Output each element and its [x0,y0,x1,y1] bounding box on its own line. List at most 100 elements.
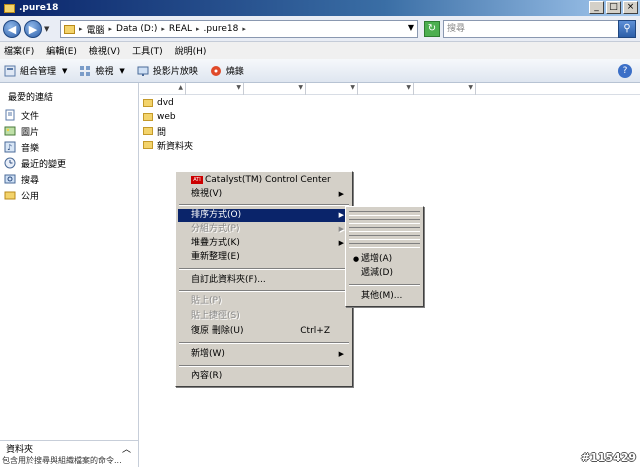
sidebar-item-pictures[interactable]: 圖片 [4,123,66,139]
column-header-size[interactable]: ▼ [306,83,358,95]
chevron-right-icon[interactable]: ▸ [242,25,246,33]
back-button[interactable]: ◀ [3,19,21,38]
folders-toggle[interactable]: 資料夾 ︿ [0,440,139,456]
submenu-blank-item [349,227,420,232]
minimize-button[interactable]: _ [589,1,604,14]
submenu-item-descending[interactable]: 遞減(D) [348,267,422,280]
chevron-right-icon: ▶ [338,225,344,233]
sidebar-item-documents[interactable]: 文件 [4,107,66,123]
refresh-button[interactable]: ↻ [424,21,440,37]
menu-help[interactable]: 說明(H) [175,44,207,57]
list-item[interactable]: web [143,110,193,124]
search-icon[interactable]: ⚲ [618,20,636,38]
menu-separator [179,365,349,367]
folder-icon [143,141,153,149]
close-button[interactable]: × [623,1,638,14]
menu-separator [179,290,349,292]
search-folder-icon [4,173,16,185]
chevron-right-icon[interactable]: ▸ [196,25,200,33]
sidebar-item-recent[interactable]: 最近的變更 [4,155,66,171]
public-folder-icon [4,189,16,201]
title-bar: .pure18 _ □ × [0,0,640,16]
folder-icon [4,3,15,13]
menu-separator [179,268,349,270]
chevron-right-icon[interactable]: ▸ [161,25,165,33]
watermark: #115429 [580,451,636,464]
sidebar-item-search[interactable]: 搜尋 [4,171,66,187]
chevron-down-icon[interactable]: ▼ [408,23,414,32]
sidebar-item-label: 文件 [21,111,40,122]
breadcrumb-computer[interactable]: 電腦 [87,23,105,36]
forward-button[interactable]: ▶ [24,19,42,38]
maximize-button[interactable]: □ [606,1,621,14]
menu-item-label: 分組方式(P) [191,224,240,234]
menu-item-label: 堆疊方式(K) [191,238,240,248]
chevron-down-icon: ▼ [406,84,411,91]
chevron-right-icon[interactable]: ▸ [79,25,83,33]
chevron-right-icon: ▶ [338,350,344,358]
menu-item-catalyst[interactable]: ATI Catalyst(TM) Control Center [178,174,350,187]
sidebar-item-label: 圖片 [21,127,40,138]
views-button[interactable]: 檢視 ▼ [79,64,125,77]
menu-item-refresh[interactable]: 重新整理(E) [178,251,350,264]
menu-item-sort-by[interactable]: 排序方式(O) ▶ [178,209,350,222]
sidebar-item-music[interactable]: ♪ 音樂 [4,139,66,155]
svg-text:♪: ♪ [7,143,12,152]
menu-item-properties[interactable]: 內容(R) [178,370,350,383]
column-header-tags[interactable]: ▼ [358,83,414,95]
file-list: dvd web 問 新資料夾 [143,96,193,152]
menu-item-label: Catalyst(TM) Control Center [205,175,331,185]
menu-item-label: 貼上捷徑(S) [191,311,240,321]
list-item[interactable]: 新資料夾 [143,138,193,152]
chevron-down-icon: ▼ [468,84,473,91]
folders-label: 資料夾 [6,445,34,455]
menu-item-label: 新增(W) [191,349,225,359]
menu-item-label: 重新整理(E) [191,252,240,262]
menu-item-group-by: 分組方式(P) ▶ [178,223,350,236]
window-title: .pure18 [19,3,59,13]
menu-item-label: 貼上(P) [191,296,222,306]
menu-item-stack-by[interactable]: 堆疊方式(K) ▶ [178,237,350,250]
list-item[interactable]: dvd [143,96,193,110]
menu-separator [179,342,349,344]
column-header-name[interactable]: ▲ [140,83,186,95]
search-input[interactable]: 搜尋 [443,20,619,38]
slideshow-button[interactable]: 投影片放映 [137,64,198,77]
column-header-type[interactable]: ▼ [244,83,306,95]
submenu-item-ascending[interactable]: ● 遞增(A) [348,253,422,266]
submenu-blank-item [349,211,420,216]
address-field[interactable]: ▸ 電腦 ▸ Data (D:) ▸ REAL ▸ .pure18 ▸ ▼ [60,20,418,38]
organize-button[interactable]: 組合管理 ▼ [4,64,67,77]
menu-edit[interactable]: 編輯(E) [46,44,77,57]
list-item[interactable]: 問 [143,124,193,138]
context-menu: ATI Catalyst(TM) Control Center 檢視(V) ▶ 排… [175,171,353,387]
menu-item-undo-delete[interactable]: 復原 刪除(U) Ctrl+Z [178,325,350,338]
menu-item-customize-folder[interactable]: 自訂此資料夾(F)... [178,274,350,287]
file-name: 新資料夾 [157,141,194,152]
sidebar-item-public[interactable]: 公用 [4,187,66,203]
history-dropdown-icon[interactable]: ▼ [44,25,49,33]
chevron-down-icon: ▼ [119,66,125,75]
submenu-item-more[interactable]: 其他(M)... [348,290,422,303]
breadcrumb-drive[interactable]: Data (D:) [116,24,157,34]
menu-item-view[interactable]: 檢視(V) ▶ [178,188,350,201]
menu-item-new[interactable]: 新增(W) ▶ [178,348,350,361]
chevron-right-icon[interactable]: ▸ [109,25,113,33]
menu-item-label: 復原 刪除(U) [191,326,244,336]
breadcrumb-real[interactable]: REAL [169,24,192,34]
help-icon[interactable]: ? [618,64,632,78]
burn-button[interactable]: 燒錄 [210,64,244,77]
column-header-date[interactable]: ▼ [186,83,244,95]
menu-view[interactable]: 檢視(V) [89,44,120,57]
submenu-blank-item [349,219,420,224]
breadcrumb-pure18[interactable]: .pure18 [204,24,239,34]
column-header-rating[interactable]: ▼ [414,83,476,95]
menu-item-shortcut: Ctrl+Z [300,326,330,336]
sidebar-item-label: 搜尋 [21,175,40,186]
menu-file[interactable]: 檔案(F) [4,44,34,57]
menu-tools[interactable]: 工具(T) [132,44,163,57]
address-bar-row: ◀ ▶ ▼ ▸ 電腦 ▸ Data (D:) ▸ REAL ▸ .pure18 … [0,16,640,42]
views-icon [79,65,91,77]
menu-bar: 檔案(F) 編輯(E) 檢視(V) 工具(T) 說明(H) [0,42,640,59]
views-label: 檢視 [95,67,114,77]
